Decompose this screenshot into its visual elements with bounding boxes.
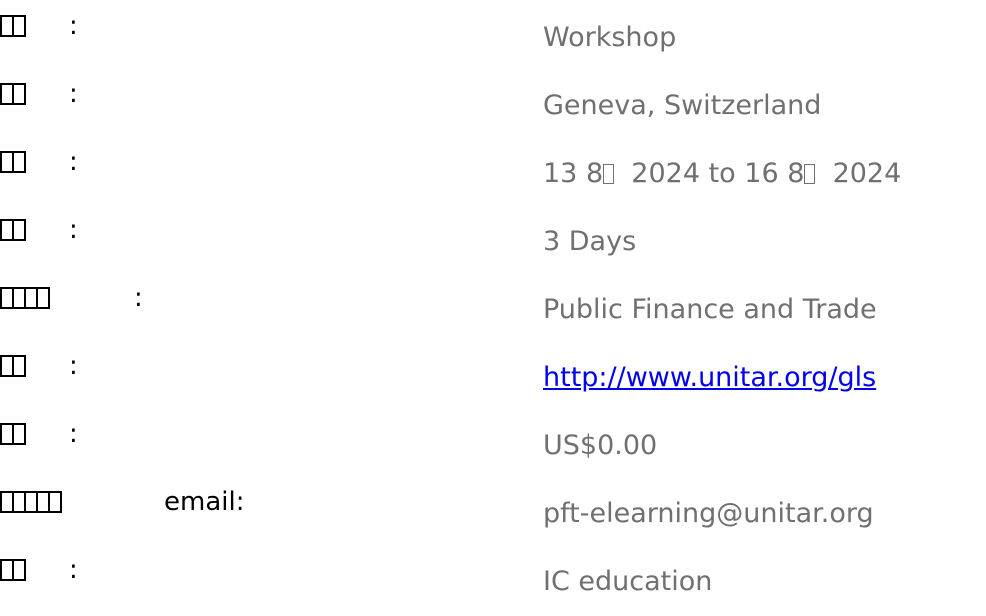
- field-label: [0, 416, 26, 452]
- event-type-value: Workshop: [543, 22, 677, 53]
- missing-glyph-icon: [12, 219, 26, 241]
- event-details: : Workshop : Geneva, Switzerland : 13 8 …: [0, 0, 986, 616]
- field-separator: :: [69, 11, 78, 41]
- field-label: [0, 348, 26, 384]
- detail-row-website: : http://www.unitar.org/gls: [0, 348, 986, 408]
- missing-glyph-icon: [12, 559, 26, 581]
- dates-value-part: 2024: [832, 158, 902, 189]
- missing-glyph-icon: [12, 355, 26, 377]
- missing-glyph-icon: [12, 15, 26, 37]
- field-separator: :: [69, 351, 78, 381]
- missing-glyph-icon: [12, 83, 26, 105]
- detail-row-programme: : Public Finance and Trade: [0, 280, 986, 340]
- missing-glyph-icon: [804, 164, 816, 184]
- detail-row-contact-email: email: pft-elearning@unitar.org: [0, 484, 986, 544]
- missing-glyph-icon: [36, 287, 50, 309]
- field-label: [0, 280, 50, 316]
- audience-value: IC education: [543, 566, 713, 597]
- detail-row-audience: : IC education: [0, 552, 986, 612]
- field-separator: :: [134, 283, 143, 313]
- programme-value: Public Finance and Trade: [543, 294, 877, 325]
- detail-row-type: : Workshop: [0, 8, 986, 68]
- missing-glyph-icon: [603, 164, 615, 184]
- location-value: Geneva, Switzerland: [543, 90, 822, 121]
- website-value: http://www.unitar.org/gls: [543, 358, 876, 398]
- field-label: [0, 76, 26, 112]
- field-label: [0, 212, 26, 248]
- field-label: [0, 144, 26, 180]
- website-link[interactable]: http://www.unitar.org/gls: [543, 362, 876, 393]
- dates-value-part: 2024 to 16 8: [631, 158, 805, 189]
- fee-value: US$0.00: [543, 430, 658, 461]
- dates-value-part: 13 8: [543, 158, 604, 189]
- field-separator: :: [69, 555, 78, 585]
- field-separator: :: [69, 419, 78, 449]
- field-separator: :: [69, 147, 78, 177]
- missing-glyph-icon: [12, 423, 26, 445]
- detail-row-dates: : 13 8 2024 to 16 8 2024: [0, 144, 986, 204]
- detail-row-fee: : US$0.00: [0, 416, 986, 476]
- duration-value: 3 Days: [543, 226, 637, 257]
- missing-glyph-icon: [48, 491, 62, 513]
- field-separator: email:: [164, 487, 245, 517]
- detail-row-location: : Geneva, Switzerland: [0, 76, 986, 136]
- detail-row-duration: : 3 Days: [0, 212, 986, 272]
- field-label: [0, 8, 26, 44]
- contact-email-value: pft-elearning@unitar.org: [543, 498, 874, 529]
- missing-glyph-icon: [12, 151, 26, 173]
- dates-value: 13 8 2024 to 16 8 2024: [543, 154, 901, 194]
- field-separator: :: [69, 79, 78, 109]
- field-separator: :: [69, 215, 78, 245]
- field-label: [0, 552, 26, 588]
- field-label: [0, 484, 62, 520]
